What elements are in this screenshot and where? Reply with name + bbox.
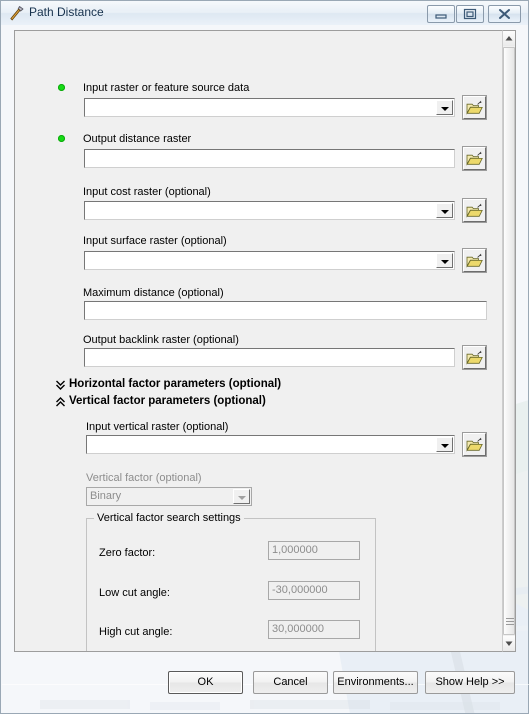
minimize-button[interactable] bbox=[427, 5, 455, 23]
section-vertical-factor-parameters[interactable]: Vertical factor parameters (optional) bbox=[69, 395, 266, 407]
label-input-vertical-raster: Input vertical raster (optional) bbox=[86, 421, 229, 433]
maximize-restore-button[interactable] bbox=[456, 5, 484, 23]
input-input-cost-raster[interactable] bbox=[84, 201, 455, 220]
scrollbar-thumb[interactable] bbox=[503, 47, 515, 635]
zero-factor-value: 1,000000 bbox=[272, 544, 318, 556]
parameter-form-panel: Input raster or feature source data Outp… bbox=[14, 30, 516, 652]
browse-button-input-surface-raster[interactable] bbox=[462, 248, 487, 273]
label-input-raster-or-feature-source-data: Input raster or feature source data bbox=[83, 82, 250, 94]
dropdown-arrow-vertical-factor-icon[interactable] bbox=[233, 489, 250, 504]
input-input-surface-raster[interactable] bbox=[84, 251, 455, 270]
label-output-distance-raster: Output distance raster bbox=[83, 133, 192, 145]
browse-button-output-distance[interactable] bbox=[462, 146, 487, 171]
browse-button-input-source[interactable] bbox=[462, 95, 487, 120]
vertical-factor-value: Binary bbox=[90, 490, 122, 502]
label-input-cost-raster: Input cost raster (optional) bbox=[83, 186, 211, 198]
label-low-cut-angle: Low cut angle: bbox=[99, 587, 170, 599]
environments-button[interactable]: Environments... bbox=[333, 671, 418, 694]
title-bar[interactable]: Path Distance bbox=[1, 1, 528, 25]
hammer-tool-icon bbox=[8, 5, 25, 22]
label-maximum-distance: Maximum distance (optional) bbox=[83, 287, 224, 299]
scroll-down-arrow-icon[interactable] bbox=[503, 636, 515, 651]
section-horizontal-factor-parameters[interactable]: Horizontal factor parameters (optional) bbox=[69, 378, 281, 390]
label-zero-factor: Zero factor: bbox=[99, 547, 156, 559]
input-zero-factor[interactable]: 1,000000 bbox=[268, 541, 360, 560]
label-high-cut-angle: High cut angle: bbox=[99, 626, 173, 638]
dialog-body: Input raster or feature source data Outp… bbox=[1, 25, 529, 713]
input-input-vertical-raster[interactable] bbox=[86, 435, 455, 454]
input-output-distance-raster[interactable] bbox=[84, 149, 455, 168]
chevron-double-up-icon[interactable] bbox=[55, 395, 66, 408]
browse-button-output-backlink-raster[interactable] bbox=[462, 345, 487, 370]
cancel-button[interactable]: Cancel bbox=[253, 671, 328, 694]
input-low-cut-angle[interactable]: -30,000000 bbox=[268, 581, 360, 600]
show-help-button[interactable]: Show Help >> bbox=[425, 671, 515, 694]
dropdown-arrow-input-source-icon[interactable] bbox=[436, 100, 453, 115]
dropdown-arrow-vertical-raster-icon[interactable] bbox=[436, 437, 453, 452]
required-indicator-output-distance bbox=[58, 135, 65, 142]
select-vertical-factor[interactable]: Binary bbox=[86, 487, 252, 506]
form-scrollbar[interactable] bbox=[502, 30, 516, 652]
browse-button-input-cost-raster[interactable] bbox=[462, 198, 487, 223]
close-icon[interactable] bbox=[488, 5, 521, 23]
chevron-double-down-icon[interactable] bbox=[55, 378, 66, 391]
input-maximum-distance[interactable] bbox=[84, 301, 487, 320]
input-high-cut-angle[interactable]: 30,000000 bbox=[268, 620, 360, 639]
scrollbar-grip bbox=[506, 618, 514, 625]
input-output-backlink-raster[interactable] bbox=[84, 348, 455, 367]
dropdown-arrow-cost-raster-icon[interactable] bbox=[436, 203, 453, 218]
scroll-up-arrow-icon[interactable] bbox=[503, 31, 515, 46]
window-title: Path Distance bbox=[29, 5, 104, 19]
path-distance-dialog: Path Distance Input raster or feature so… bbox=[0, 0, 529, 714]
label-output-backlink-raster: Output backlink raster (optional) bbox=[83, 334, 239, 346]
low-cut-angle-value: -30,000000 bbox=[272, 584, 328, 596]
label-input-surface-raster: Input surface raster (optional) bbox=[83, 235, 227, 247]
label-vertical-factor: Vertical factor (optional) bbox=[86, 472, 202, 484]
groupbox-legend: Vertical factor search settings bbox=[94, 512, 244, 524]
required-indicator-input-source bbox=[58, 84, 65, 91]
high-cut-angle-value: 30,000000 bbox=[272, 623, 324, 635]
dropdown-arrow-surface-raster-icon[interactable] bbox=[436, 253, 453, 268]
ok-button[interactable]: OK bbox=[168, 671, 243, 694]
input-input-raster-or-feature-source-data[interactable] bbox=[84, 98, 455, 117]
browse-button-input-vertical-raster[interactable] bbox=[462, 432, 487, 457]
